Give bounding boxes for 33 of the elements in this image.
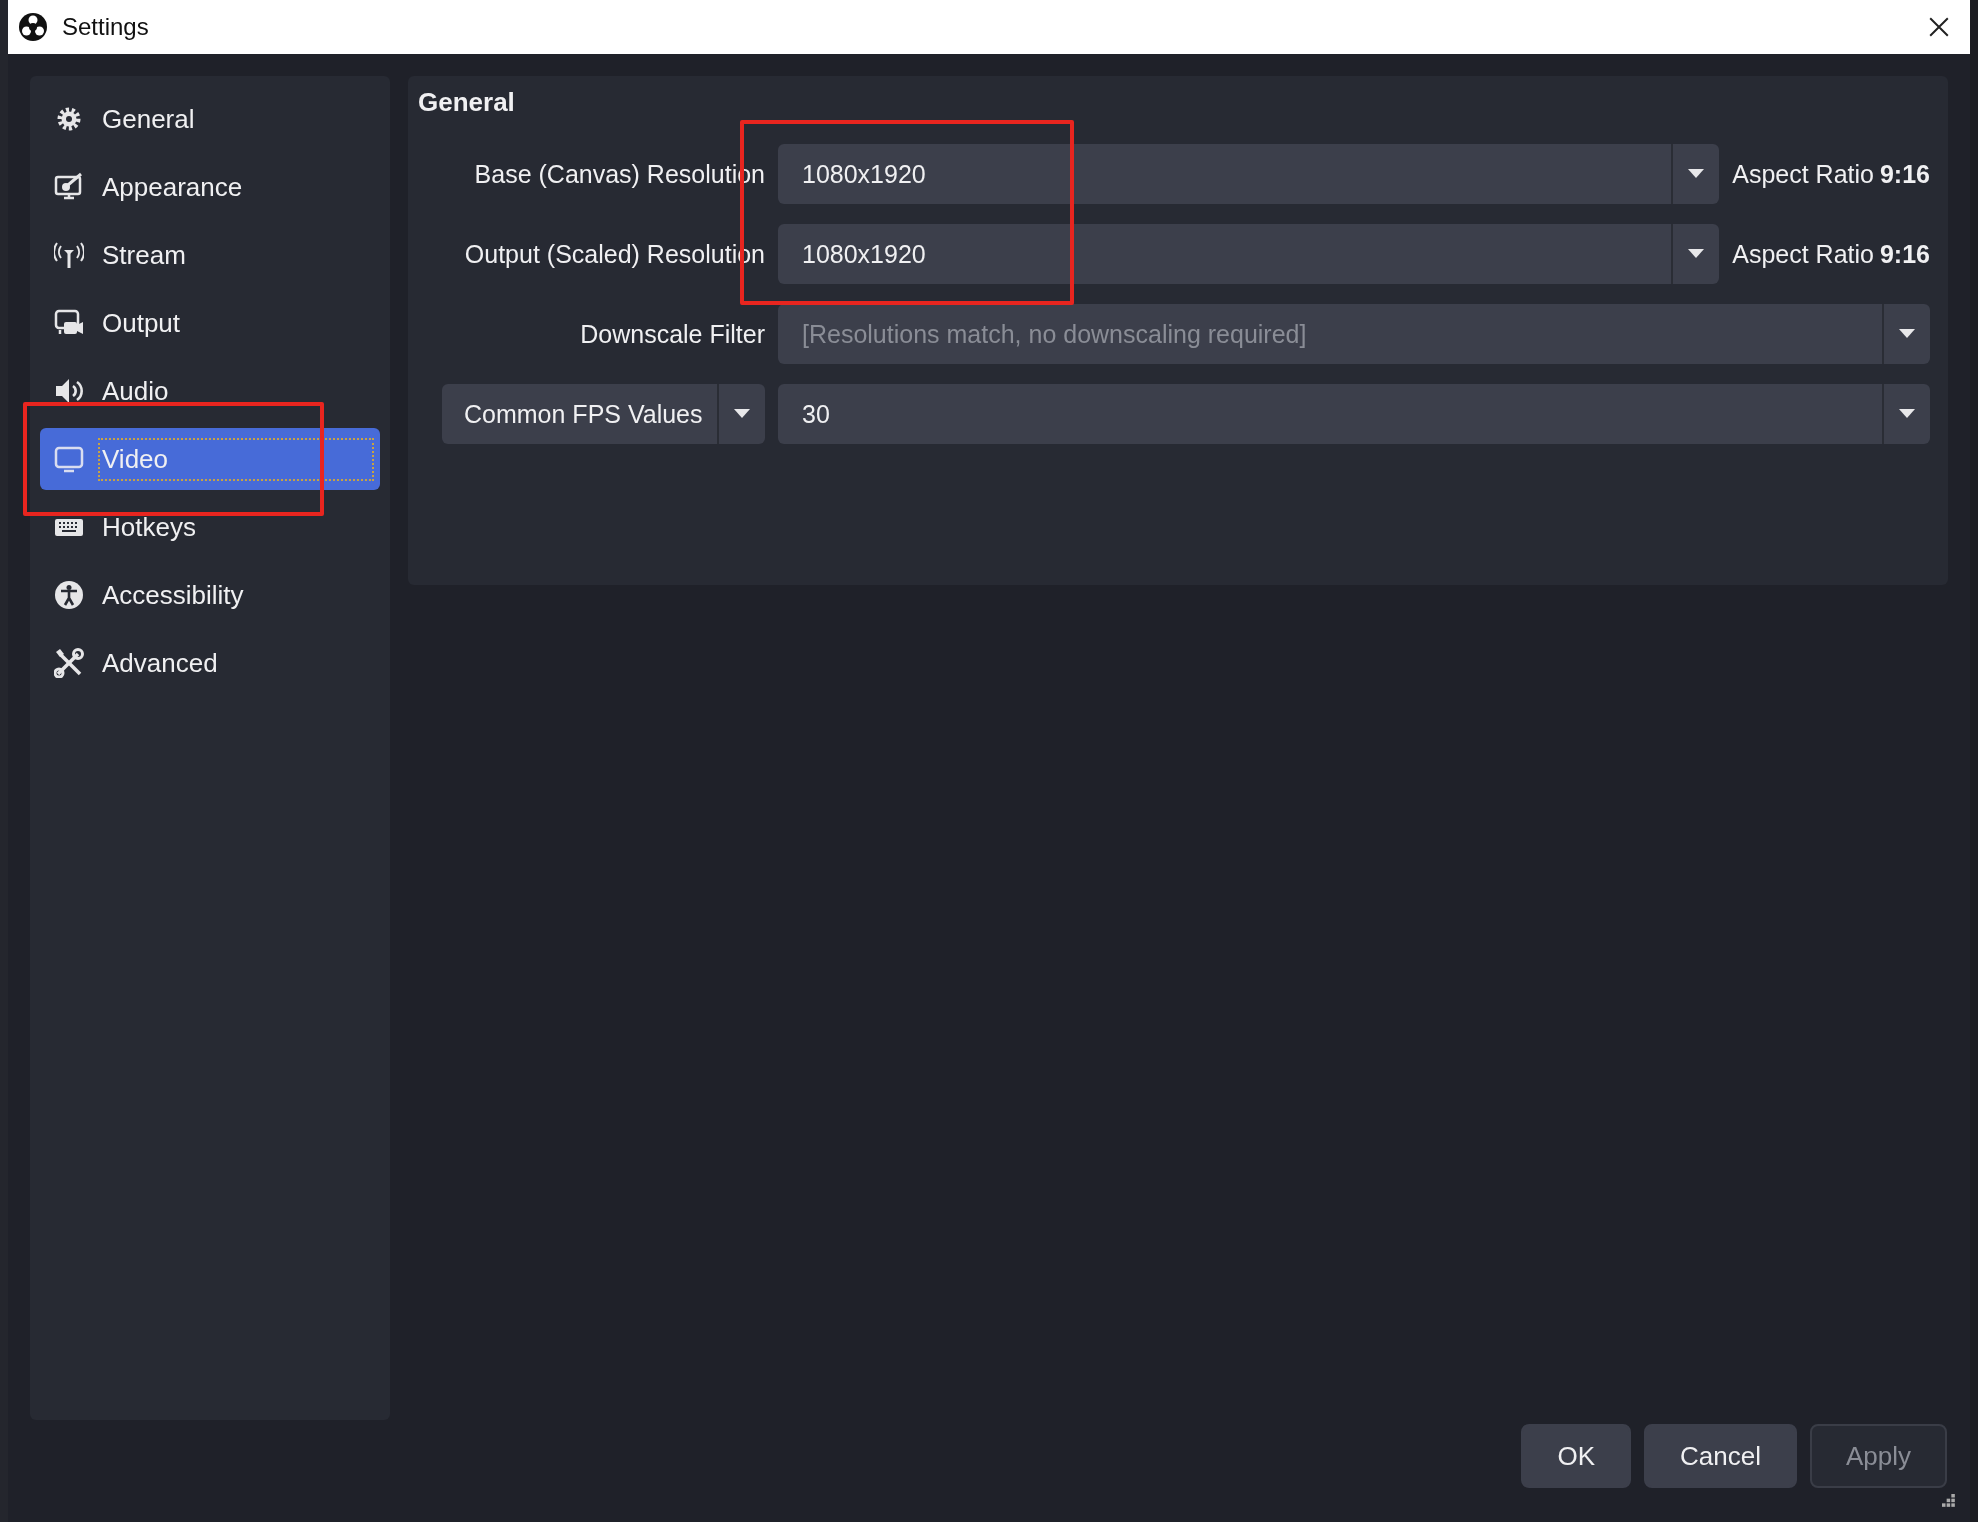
app-logo-icon (18, 12, 48, 42)
monitor-brush-icon (54, 172, 84, 202)
sidebar-item[interactable]: Stream (40, 224, 380, 286)
antenna-icon (54, 240, 84, 270)
window-title: Settings (62, 13, 150, 41)
fps-type-dropdown[interactable]: Common FPS Values (442, 384, 765, 444)
sidebar-item[interactable]: Advanced (40, 632, 380, 694)
dropdown[interactable]: 30 (778, 384, 1930, 444)
resize-grip-icon[interactable] (1942, 1494, 1956, 1508)
caret-icon (1899, 409, 1915, 419)
caret-icon (734, 409, 750, 419)
aspect-ratio-text: Aspect Ratio 9:16 (1732, 238, 1930, 270)
sidebar-item[interactable]: Accessibility (40, 564, 380, 626)
field-label: Downscale Filter (579, 318, 765, 350)
close-icon[interactable] (1928, 16, 1950, 38)
caret-icon (1688, 169, 1705, 179)
aspect-ratio-text: Aspect Ratio 9:16 (1732, 158, 1930, 190)
sidebar-item[interactable]: General (40, 88, 380, 150)
dropdown[interactable]: 1080x1920 (778, 144, 1720, 204)
section-heading: General (418, 87, 516, 117)
dialog-button[interactable]: OK (1521, 1424, 1631, 1488)
person-icon (54, 580, 84, 610)
dialog-button[interactable]: Cancel (1644, 1424, 1797, 1488)
monitor-icon (54, 444, 84, 474)
tools-icon (54, 648, 84, 678)
caret-icon (1688, 249, 1705, 259)
sidebar-item[interactable]: Appearance (40, 156, 380, 218)
sidebar-item[interactable]: Hotkeys (40, 496, 380, 558)
sidebar-item[interactable]: Audio (40, 360, 380, 422)
sidebar-item[interactable]: Video (40, 428, 380, 490)
dropdown[interactable]: 1080x1920 (778, 224, 1720, 284)
caret-icon (1899, 329, 1915, 339)
sidebar-item[interactable]: Output (40, 292, 380, 354)
